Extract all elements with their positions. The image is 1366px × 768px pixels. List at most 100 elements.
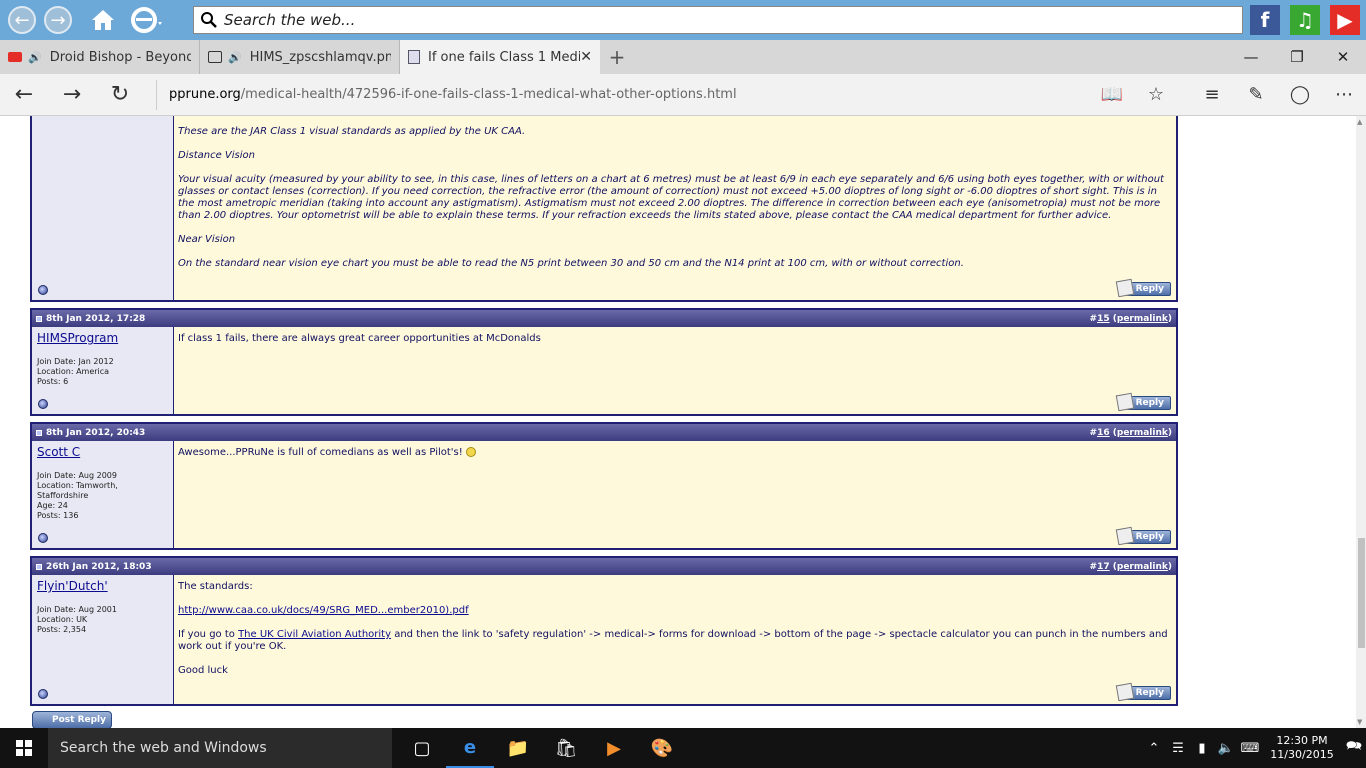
online-status-icon: [38, 399, 48, 409]
vertical-scrollbar[interactable]: ▲ ▼: [1356, 116, 1366, 728]
post-date: 8th Jan 2012, 17:28: [46, 313, 146, 324]
message-text: On the standard near vision eye chart yo…: [178, 258, 964, 269]
windows-start-icon[interactable]: [0, 728, 48, 768]
restore-icon[interactable]: ❐: [1274, 40, 1320, 74]
post-number-link[interactable]: 17: [1097, 562, 1110, 572]
url-path: /medical-health/472596-if-one-fails-clas…: [240, 87, 737, 102]
message-text: The standards:: [178, 581, 253, 592]
refresh-icon[interactable]: ↻: [96, 82, 144, 107]
text-fragment: If you go to: [178, 629, 239, 640]
caa-site-link[interactable]: The UK Civil Aviation Authority: [238, 629, 391, 640]
reply-label: Reply: [1135, 398, 1164, 408]
url-field[interactable]: pprune.org/medical-health/472596-if-one-…: [156, 79, 1086, 110]
facebook-icon[interactable]: f: [1250, 5, 1280, 35]
forward-circle-icon[interactable]: →: [44, 6, 72, 34]
reply-button[interactable]: Reply: [1115, 682, 1171, 702]
reply-label: Reply: [1135, 532, 1164, 542]
scroll-thumb[interactable]: [1358, 538, 1365, 648]
close-tab-icon[interactable]: ✕: [580, 49, 592, 65]
message-text: Awesome...PPRuNe is full of comedians as…: [178, 447, 1172, 459]
post-header: 8th Jan 2012, 20:43 #16 (permalink): [32, 424, 1176, 441]
clock-time: 12:30 PM: [1276, 734, 1328, 747]
favorite-star-icon[interactable]: ☆: [1134, 84, 1178, 105]
media-player-icon[interactable]: ▶: [590, 728, 638, 768]
youtube-icon[interactable]: ▶: [1330, 5, 1360, 35]
photo-icon: [208, 51, 222, 63]
user-column: [32, 116, 174, 300]
reply-button[interactable]: Reply: [1115, 526, 1171, 546]
message-text: If class 1 fails, there are always great…: [178, 333, 541, 344]
wifi-icon[interactable]: ☴: [1166, 741, 1190, 756]
scroll-down-icon[interactable]: ▼: [1357, 718, 1362, 726]
reply-label: Reply: [1135, 284, 1164, 294]
music-icon[interactable]: ♫: [1290, 5, 1320, 35]
message-text: These are the JAR Class 1 visual standar…: [178, 126, 526, 137]
browser-toolbar: ← → Search the web... f ♫ ▶: [0, 0, 1366, 40]
post-header: 8th Jan 2012, 17:28 #15 (permalink): [32, 310, 1176, 327]
post-icon: [36, 429, 42, 436]
caa-pdf-link[interactable]: http://www.caa.co.uk/docs/49/SRG_MED...e…: [178, 605, 469, 616]
battery-icon[interactable]: ▮: [1190, 741, 1214, 756]
task-view-icon[interactable]: ▢: [398, 728, 446, 768]
new-tab-button[interactable]: +: [600, 40, 634, 74]
post-number-link[interactable]: 16: [1097, 428, 1110, 438]
reply-button[interactable]: Reply: [1115, 392, 1171, 412]
user-info: Join Date: Aug 2001 Location: UK Posts: …: [37, 605, 168, 635]
page-content: These are the JAR Class 1 visual standar…: [0, 116, 1356, 728]
scroll-up-icon[interactable]: ▲: [1357, 118, 1362, 126]
post: 8th Jan 2012, 20:43 #16 (permalink) Scot…: [30, 422, 1178, 550]
online-status-icon: [38, 533, 48, 543]
post-number: #17 (permalink): [1089, 561, 1172, 572]
volume-icon[interactable]: 🔈: [1214, 741, 1238, 756]
ie-logo-icon[interactable]: [130, 5, 164, 35]
chevron-up-icon[interactable]: ⌃: [1142, 741, 1166, 756]
age: Age: 24: [37, 501, 68, 510]
username-link[interactable]: HIMSProgram: [37, 331, 168, 345]
speaker-icon: 🔊: [228, 50, 242, 64]
file-explorer-icon[interactable]: 📁: [494, 728, 542, 768]
back-circle-icon[interactable]: ←: [8, 6, 36, 34]
tab-active-pprune[interactable]: If one fails Class 1 Medic ✕: [400, 40, 600, 74]
more-icon[interactable]: ⋯: [1322, 84, 1366, 105]
username-link[interactable]: Scott C: [37, 445, 168, 459]
taskbar-search[interactable]: Search the web and Windows: [48, 728, 392, 768]
home-icon[interactable]: [88, 5, 118, 35]
close-window-icon[interactable]: ✕: [1320, 40, 1366, 74]
clock[interactable]: 12:30 PM 11/30/2015: [1262, 734, 1342, 762]
permalink-link[interactable]: permalink: [1117, 562, 1168, 572]
minimize-icon[interactable]: —: [1228, 40, 1274, 74]
paint-icon[interactable]: 🎨: [638, 728, 686, 768]
reading-view-icon[interactable]: 📖: [1090, 84, 1134, 105]
forward-arrow-icon[interactable]: →: [48, 82, 96, 107]
notifications-icon[interactable]: 🗪: [1342, 737, 1366, 759]
post-number: #15 (permalink): [1089, 313, 1172, 324]
online-status-icon: [38, 285, 48, 295]
permalink-link[interactable]: permalink: [1117, 314, 1168, 324]
search-placeholder: Search the web...: [224, 11, 356, 29]
tab-photo[interactable]: 🔊 HIMS_zpscshlamqv.png |: [200, 40, 400, 74]
edge-icon[interactable]: e: [446, 728, 494, 768]
message-text: Distance Vision: [178, 150, 255, 161]
online-status-icon: [38, 689, 48, 699]
web-note-icon[interactable]: ✎: [1234, 84, 1278, 105]
address-bar: ← → ↻ pprune.org/medical-health/472596-i…: [0, 74, 1366, 116]
share-icon[interactable]: ◯: [1278, 84, 1322, 105]
store-icon[interactable]: 🛍: [542, 728, 590, 768]
post-number-link[interactable]: 15: [1097, 314, 1110, 324]
clock-date: 11/30/2015: [1270, 748, 1334, 761]
speaker-icon: 🔊: [28, 50, 42, 64]
join-date: Join Date: Aug 2001: [37, 605, 117, 614]
post-message: The standards: http://www.caa.co.uk/docs…: [174, 575, 1176, 704]
keyboard-icon[interactable]: ⌨: [1238, 741, 1262, 756]
hub-icon[interactable]: ≡: [1190, 84, 1234, 105]
username-link[interactable]: Flyin'Dutch': [37, 579, 168, 593]
tab-youtube[interactable]: 🔊 Droid Bishop - Beyond T: [0, 40, 200, 74]
permalink-link[interactable]: permalink: [1117, 428, 1168, 438]
reply-button[interactable]: Reply: [1115, 278, 1171, 298]
back-arrow-icon[interactable]: ←: [0, 82, 48, 107]
post: 26th Jan 2012, 18:03 #17 (permalink) Fly…: [30, 556, 1178, 706]
pencil-icon: [1115, 278, 1135, 298]
pencil-icon: [1115, 526, 1135, 546]
web-search-box[interactable]: Search the web...: [193, 6, 1243, 34]
post-reply-button[interactable]: Post Reply: [32, 711, 112, 728]
